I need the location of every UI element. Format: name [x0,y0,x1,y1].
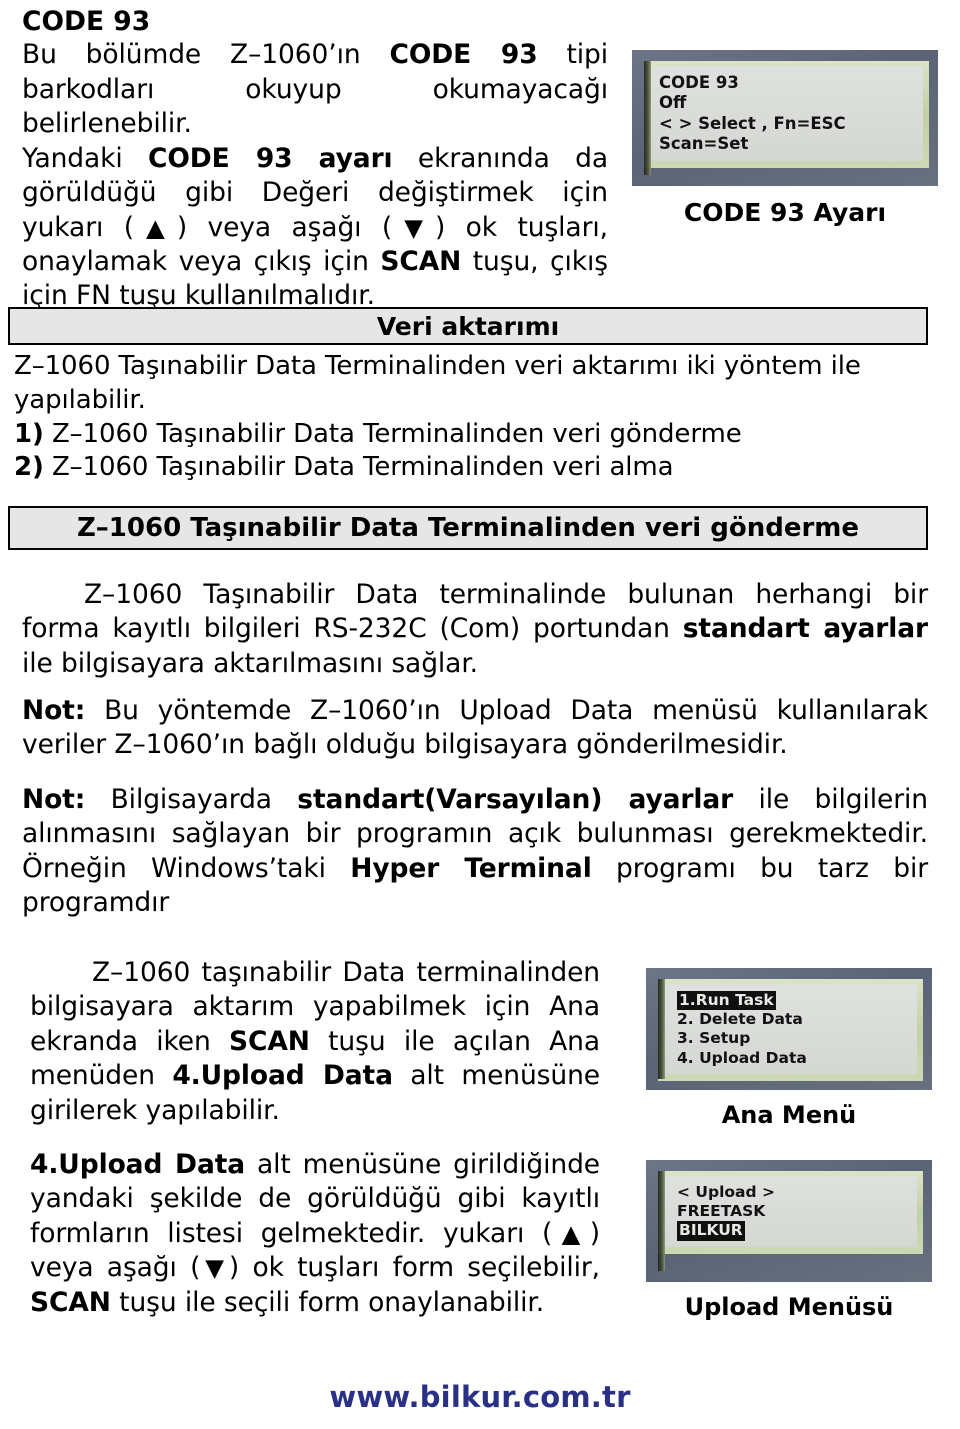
upload-menu-bold-2: SCAN [30,1286,111,1318]
lcd-menu-item: FREETASK [677,1202,766,1221]
notes-block: Not: Bu yöntemde Z–1060’ın Upload Data m… [22,694,928,921]
gonderme-bold: standart ayarlar [682,613,928,645]
arrow-down-icon: ▼ [392,212,435,242]
note-2-bold-2: Hyper Terminal [350,852,592,884]
intro-paragraph-1: Bu bölümde Z–1060’ın CODE 93 tipi barkod… [22,38,608,141]
veri-list-item-1: 1) Z–1060 Taşınabilir Data Terminalinden… [14,418,942,452]
veri-item-2-text: Z–1060 Taşınabilir Data Terminalinden ve… [43,452,674,483]
figure-caption: Ana Menü [721,1101,857,1129]
note-2-label: Not: [22,783,86,815]
veri-item-1-number: 1) [14,418,44,449]
lcd-device-frame: CODE 93 Off < > Select , Fn=ESC Scan=Set [632,50,938,186]
section-header-label: Veri aktarımı [376,311,560,341]
section-header-label: Z–1060 Taşınabilir Data Terminalinden ve… [76,513,860,543]
lcd-menu-title: < Upload > [677,1183,775,1201]
lcd-menu-item-selected: 1.Run Task [677,991,776,1011]
upload-menu-bold-1: 4.Upload Data [30,1149,246,1180]
lcd-line: Scan=Set [659,134,749,154]
figure-upload-menu: < Upload > FREETASK BILKUR Upload Menüsü [646,1160,932,1321]
arrow-up-icon: ▲ [133,212,177,242]
lcd-menu-item-row: BILKUR [677,1221,909,1241]
page-title: CODE 93 [22,6,151,37]
ana-menu-bold-1: SCAN [229,1025,310,1057]
veri-item-1-text: Z–1060 Taşınabilir Data Terminalinden ve… [43,418,742,449]
upload-menu-paragraph: 4.Upload Data alt menüsüne girildiğinde … [30,1148,600,1320]
figure-ana-menu: 1.Run Task 2. Delete Data 3. Setup 4. Up… [646,968,932,1129]
lcd-screen-ana-menu: 1.Run Task 2. Delete Data 3. Setup 4. Up… [663,984,917,1074]
section-header-veri-gonderme: Z–1060 Taşınabilir Data Terminalinden ve… [8,506,928,550]
intro-p1-text-a: Bu bölümde Z–1060’ın [22,39,390,71]
intro-p2-text-c: ) veya aşağı ( [176,211,393,243]
lcd-bezel: < Upload > FREETASK BILKUR [658,1171,923,1254]
upload-menu-text-block: 4.Upload Data alt menüsüne girildiğinde … [30,1148,600,1320]
footer-website-url[interactable]: www.bilkur.com.tr [0,1380,960,1414]
veri-item-2-number: 2) [14,452,44,483]
note-2-bold-1: standart(Varsayılan) ayarlar [297,783,734,815]
gonderme-text-b: ile bilgisayara aktarılmasını sağlar. [22,647,479,679]
lcd-menu-item-row: 1.Run Task [677,991,909,1011]
veri-aktarimi-text-block: Z–1060 Taşınabilir Data Terminalinden ve… [14,350,942,485]
section-header-veri-aktarimi: Veri aktarımı [8,307,928,345]
figure-caption: Upload Menüsü [684,1293,894,1321]
intro-p2-bold-2: SCAN [380,245,462,277]
lcd-device-frame: 1.Run Task 2. Delete Data 3. Setup 4. Up… [646,968,932,1090]
intro-p2-bold-1: CODE 93 ayarı [148,142,393,174]
figure-caption: CODE 93 Ayarı [683,198,887,227]
lcd-menu-item: 4. Upload Data [677,1048,807,1067]
lcd-line: < > Select , Fn=ESC [659,113,846,133]
intro-text-block: CODE 93 Bu bölümde Z–1060’ın CODE 93 tip… [22,6,608,314]
figure-code93-setting: CODE 93 Off < > Select , Fn=ESC Scan=Set… [632,50,938,227]
gonderme-text-block: Z–1060 Taşınabilir Data terminalinde bul… [22,578,928,681]
ana-menu-bold-2: 4.Upload Data [172,1060,393,1092]
ana-menu-paragraph: Z–1060 taşınabilir Data terminalinden bi… [30,956,600,1128]
arrow-down-icon: ▼ [200,1253,229,1283]
lcd-device-frame: < Upload > FREETASK BILKUR [646,1160,932,1282]
lcd-screen-upload-menu: < Upload > FREETASK BILKUR [663,1176,917,1247]
upload-menu-text-d: tuşu ile seçili form onaylanabilir. [110,1286,545,1318]
note-1-label: Not: [22,695,86,726]
document-page: CODE 93 Bu bölümde Z–1060’ın CODE 93 tip… [0,0,960,1429]
note-2: Not: Bilgisayarda standart(Varsayılan) a… [22,783,928,921]
gonderme-paragraph: Z–1060 Taşınabilir Data terminalinde bul… [22,578,928,681]
lcd-line: Off [659,93,687,113]
lcd-menu-item: 2. Delete Data [677,1010,803,1029]
note-1-text: Bu yöntemde Z–1060’ın Upload Data menüsü… [22,695,928,761]
note-1: Not: Bu yöntemde Z–1060’ın Upload Data m… [22,694,928,763]
lcd-screen-code93: CODE 93 Off < > Select , Fn=ESC Scan=Set [649,66,923,161]
upload-menu-text-c: ) ok tuşları form seçilebilir, [228,1252,600,1284]
note-2-text-a: Bilgisayarda [85,783,298,815]
lcd-bezel: 1.Run Task 2. Delete Data 3. Setup 4. Up… [658,979,923,1081]
intro-p1-bold: CODE 93 [389,39,538,71]
intro-paragraph-2: Yandaki CODE 93 ayarı ekranında da görül… [22,142,608,314]
lcd-menu-item: 3. Setup [677,1029,751,1048]
veri-intro-line: Z–1060 Taşınabilir Data Terminalinden ve… [14,351,861,415]
lcd-line: CODE 93 [659,73,739,92]
veri-list-item-2: 2) Z–1060 Taşınabilir Data Terminalinden… [14,451,942,485]
arrow-up-icon: ▲ [552,1218,590,1248]
intro-p2-text-a: Yandaki [22,142,148,174]
lcd-bezel: CODE 93 Off < > Select , Fn=ESC Scan=Set [644,61,929,168]
ana-menu-text-block: Z–1060 taşınabilir Data terminalinden bi… [30,956,600,1128]
lcd-menu-item-selected: BILKUR [677,1221,745,1241]
